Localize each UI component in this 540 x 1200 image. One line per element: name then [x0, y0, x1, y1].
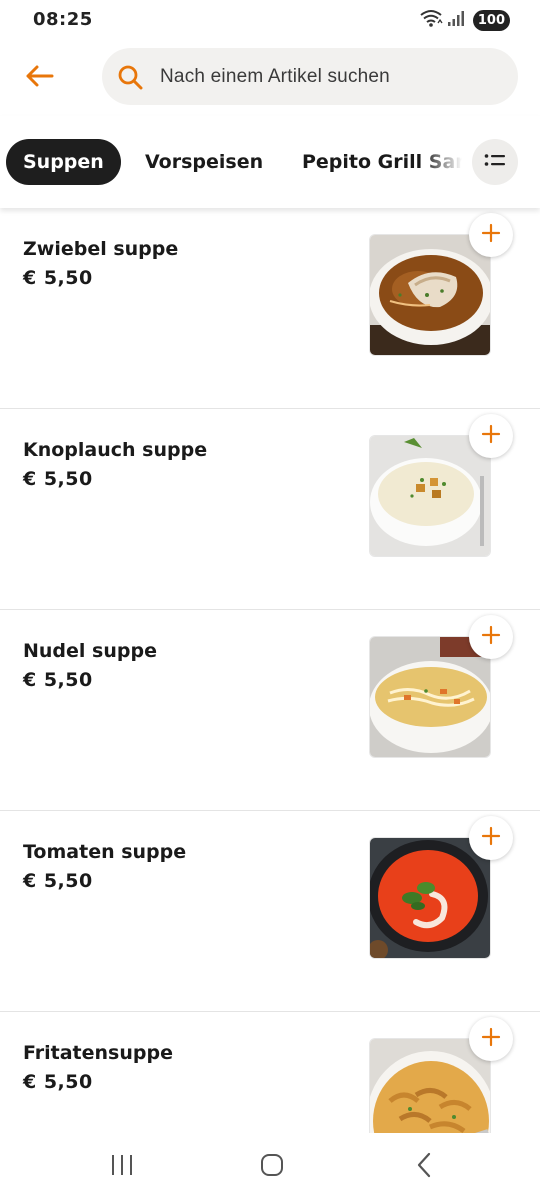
menu-item-list[interactable]: Zwiebel suppe € 5,50 Knoplauch suppe € 5…: [0, 208, 540, 1133]
plus-icon: [481, 826, 501, 850]
item-price: € 5,50: [23, 870, 93, 892]
system-nav-bar: [0, 1133, 540, 1200]
item-image: [369, 435, 491, 557]
item-price: € 5,50: [23, 669, 93, 691]
menu-item[interactable]: Nudel suppe € 5,50: [0, 610, 540, 811]
menu-item[interactable]: Fritatensuppe € 5,50: [0, 1012, 540, 1133]
system-back-button[interactable]: [394, 1151, 454, 1183]
tab-suppen[interactable]: Suppen: [6, 139, 121, 185]
category-tabs-scroll[interactable]: Suppen Vorspeisen Pepito Grill Sandwiche…: [0, 116, 462, 208]
back-button[interactable]: [18, 58, 60, 98]
back-icon: [414, 1152, 434, 1182]
item-price: € 5,50: [23, 267, 93, 289]
item-image: [369, 234, 491, 356]
item-name: Zwiebel suppe: [23, 238, 179, 260]
item-name: Nudel suppe: [23, 640, 157, 662]
tab-vorspeisen[interactable]: Vorspeisen: [145, 139, 263, 185]
item-name: Fritatensuppe: [23, 1042, 173, 1064]
plus-icon: [481, 1027, 501, 1051]
category-list-button[interactable]: [472, 139, 518, 185]
home-icon: [259, 1152, 285, 1182]
add-button[interactable]: [469, 414, 513, 458]
search-input[interactable]: Nach einem Artikel suchen: [102, 48, 518, 105]
status-time: 08:25: [33, 9, 93, 30]
tabs-fade: [422, 116, 462, 208]
plus-icon: [481, 424, 501, 448]
plus-icon: [481, 223, 501, 247]
arrow-left-icon: [24, 64, 54, 92]
menu-item[interactable]: Tomaten suppe € 5,50: [0, 811, 540, 1012]
item-name: Tomaten suppe: [23, 841, 187, 863]
plus-icon: [481, 625, 501, 649]
signal-icon: [447, 9, 465, 31]
item-name: Knoplauch suppe: [23, 439, 208, 461]
home-button[interactable]: [242, 1151, 302, 1183]
battery-icon: 100: [472, 9, 510, 31]
search-placeholder: Nach einem Artikel suchen: [160, 65, 390, 87]
add-button[interactable]: [469, 615, 513, 659]
status-bar: 08:25 100: [0, 0, 540, 40]
add-button[interactable]: [469, 213, 513, 257]
recent-apps-icon: [110, 1154, 134, 1180]
menu-item[interactable]: Zwiebel suppe € 5,50: [0, 208, 540, 409]
header: Nach einem Artikel suchen: [0, 40, 540, 116]
list-icon: [484, 152, 506, 172]
recent-apps-button[interactable]: [92, 1151, 152, 1183]
add-button[interactable]: [469, 1017, 513, 1061]
menu-item[interactable]: Knoplauch suppe € 5,50: [0, 409, 540, 610]
item-price: € 5,50: [23, 468, 93, 490]
wifi-icon: [419, 8, 443, 32]
add-button[interactable]: [469, 816, 513, 860]
category-tabs: Suppen Vorspeisen Pepito Grill Sandwiche…: [0, 116, 540, 208]
search-icon: [116, 63, 144, 91]
item-image: [369, 636, 491, 758]
item-image: [369, 837, 491, 959]
status-icons: 100: [419, 9, 510, 31]
item-price: € 5,50: [23, 1071, 93, 1093]
